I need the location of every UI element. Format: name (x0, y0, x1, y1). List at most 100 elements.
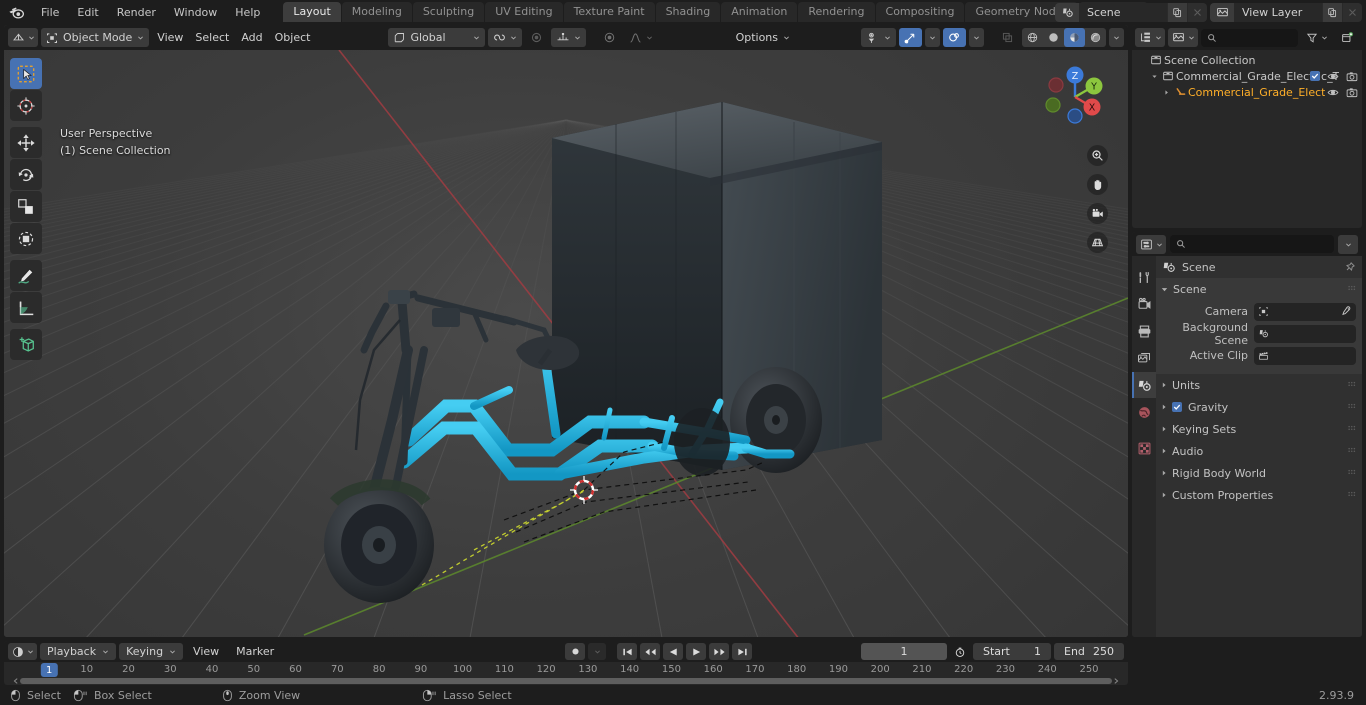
playback-menu[interactable]: Playback (40, 643, 117, 660)
next-keyframe-button[interactable] (709, 643, 730, 660)
transform-tool[interactable] (10, 223, 42, 254)
panel-drag-grip[interactable] (1348, 491, 1357, 498)
snapping-toggle[interactable] (487, 28, 522, 47)
annotate-tool[interactable] (10, 260, 42, 291)
viewport-options-button[interactable]: Options (731, 28, 795, 47)
toggle-ortho-icon[interactable] (1087, 232, 1108, 253)
timeline-editor-type-selector[interactable] (8, 643, 37, 660)
menu-help[interactable]: Help (226, 3, 269, 22)
properties-editor[interactable]: Scene Scene Camera Background Scene Active… (1132, 232, 1362, 637)
checkbox-enabled[interactable] (1310, 71, 1320, 81)
panel-header-scene[interactable]: Scene (1156, 278, 1362, 300)
properties-editor-type-selector[interactable] (1136, 234, 1166, 254)
outliner-search-input[interactable] (1201, 28, 1298, 47)
proportional-editing-toggle[interactable] (525, 28, 548, 47)
disclosure-triangle-right[interactable] (1160, 89, 1172, 96)
keying-menu[interactable]: Keying (119, 643, 184, 660)
outliner-editor-type-selector[interactable] (1135, 28, 1165, 47)
current-frame-field[interactable]: 1 (861, 643, 947, 660)
pan-hand-icon[interactable] (1087, 174, 1108, 195)
filter-icon[interactable] (1301, 28, 1333, 47)
outliner-row[interactable]: Commercial_Grade_Elect (1132, 84, 1362, 100)
unlink-scene-button[interactable] (1187, 2, 1207, 22)
eyedropper-icon[interactable] (1340, 305, 1352, 317)
tweak-select-tool[interactable] (10, 58, 42, 89)
proportional-falloff-selector[interactable] (550, 28, 586, 47)
scene-datablock[interactable]: Scene (1055, 2, 1207, 22)
scroll-right-arrow-icon[interactable] (1112, 677, 1120, 685)
camera-render-icon[interactable] (1346, 71, 1358, 82)
scene-property-fields[interactable]: Camera Background Scene Active Clip (1156, 300, 1362, 374)
stopwatch-icon[interactable] (950, 643, 970, 660)
outliner-row-controls[interactable] (1310, 68, 1358, 84)
panel-header-custom-properties[interactable]: Custom Properties (1156, 484, 1362, 506)
panel-header-audio[interactable]: Audio (1156, 440, 1362, 462)
shading-rendered-button[interactable] (1085, 28, 1106, 47)
outliner-row-controls[interactable] (1327, 84, 1358, 100)
viewport-menu-view[interactable]: View (152, 28, 188, 47)
outliner-row[interactable]: Commercial_Grade_Electric_T (1132, 68, 1362, 84)
outliner-editor[interactable]: Scene Collection Commercial_Grade_Electri… (1132, 25, 1362, 228)
workspace-tab-animation[interactable]: Animation (721, 2, 798, 22)
viewport-menu-add[interactable]: Add (236, 28, 267, 47)
workspace-tab-uv-editing[interactable]: UV Editing (485, 2, 563, 22)
proportional-edit-objects-toggle[interactable] (598, 28, 621, 47)
properties-tab-scene[interactable] (1132, 372, 1156, 398)
editor-type-selector[interactable] (8, 28, 38, 47)
workspace-tab-texture-paint[interactable]: Texture Paint (563, 2, 655, 22)
workspace-tab-modeling[interactable]: Modeling (341, 2, 412, 22)
outliner-row[interactable]: Scene Collection (1132, 52, 1362, 68)
viewport-menu-object[interactable]: Object (270, 28, 316, 47)
shading-wireframe-button[interactable] (1022, 28, 1043, 47)
pin-icon[interactable] (1344, 261, 1356, 273)
prev-keyframe-button[interactable] (640, 643, 661, 660)
disclosure-triangle-down[interactable] (1148, 73, 1160, 80)
workspace-tab-shading[interactable]: Shading (655, 2, 721, 22)
panel-header-units[interactable]: Units (1156, 374, 1362, 396)
collapsed-panels[interactable]: Units Gravity Keying Sets Audio Rigid Body W… (1156, 374, 1362, 506)
rotate-tool[interactable] (10, 159, 42, 190)
falloff-curve-selector[interactable] (624, 28, 658, 47)
panel-checkbox[interactable] (1172, 402, 1182, 412)
play-reverse-button[interactable] (663, 643, 684, 660)
jump-to-end-button[interactable] (732, 643, 753, 660)
timeline-horizontal-scrollbar[interactable] (4, 677, 1128, 685)
new-collection-icon[interactable] (1336, 28, 1359, 47)
property-value-field[interactable] (1254, 324, 1356, 343)
panel-drag-grip[interactable] (1348, 381, 1357, 388)
camera-view-icon[interactable] (1087, 203, 1108, 224)
properties-options-dropdown[interactable] (1338, 234, 1358, 254)
properties-tab-render[interactable] (1132, 291, 1156, 317)
menu-file[interactable]: File (32, 3, 68, 22)
frame-start-field[interactable]: Start 1 (973, 643, 1051, 660)
shading-options-dropdown[interactable] (1109, 28, 1125, 47)
cargo-trike-model[interactable] (4, 50, 1128, 637)
panel-header-rigid-body-world[interactable]: Rigid Body World (1156, 462, 1362, 484)
remove-viewlayer-button[interactable] (1342, 2, 1362, 22)
property-value-field[interactable] (1254, 302, 1356, 321)
viewlayer-name[interactable]: View Layer (1234, 3, 1322, 22)
scene-name[interactable]: Scene (1079, 3, 1167, 22)
panel-drag-grip[interactable] (1348, 403, 1357, 410)
timeline-view-menu[interactable]: View (186, 643, 226, 660)
cursor-tool[interactable] (10, 90, 42, 121)
workspace-tab-rendering[interactable]: Rendering (798, 2, 875, 22)
camera-render-icon[interactable] (1346, 87, 1358, 98)
menu-window[interactable]: Window (165, 3, 226, 22)
object-mode-selector[interactable]: Object Mode (41, 28, 150, 47)
panel-drag-grip[interactable] (1348, 447, 1357, 454)
eye-icon[interactable] (1327, 87, 1339, 98)
frame-end-field[interactable]: End 250 (1054, 643, 1124, 660)
workspace-tab-compositing[interactable]: Compositing (875, 2, 965, 22)
property-value-field[interactable] (1254, 346, 1356, 365)
menu-render[interactable]: Render (108, 3, 165, 22)
shading-material-preview-button[interactable] (1064, 28, 1086, 47)
overlay-options-dropdown[interactable] (969, 28, 985, 47)
panel-drag-grip[interactable] (1348, 469, 1357, 476)
navigation-gizmo[interactable]: Z Y X (1036, 58, 1114, 136)
xray-toggle[interactable] (996, 28, 1019, 47)
eye-icon[interactable] (1327, 71, 1339, 82)
new-viewlayer-button[interactable] (1322, 2, 1342, 22)
object-visibility-selector[interactable] (861, 28, 897, 47)
properties-tab-texture[interactable] (1132, 435, 1156, 461)
